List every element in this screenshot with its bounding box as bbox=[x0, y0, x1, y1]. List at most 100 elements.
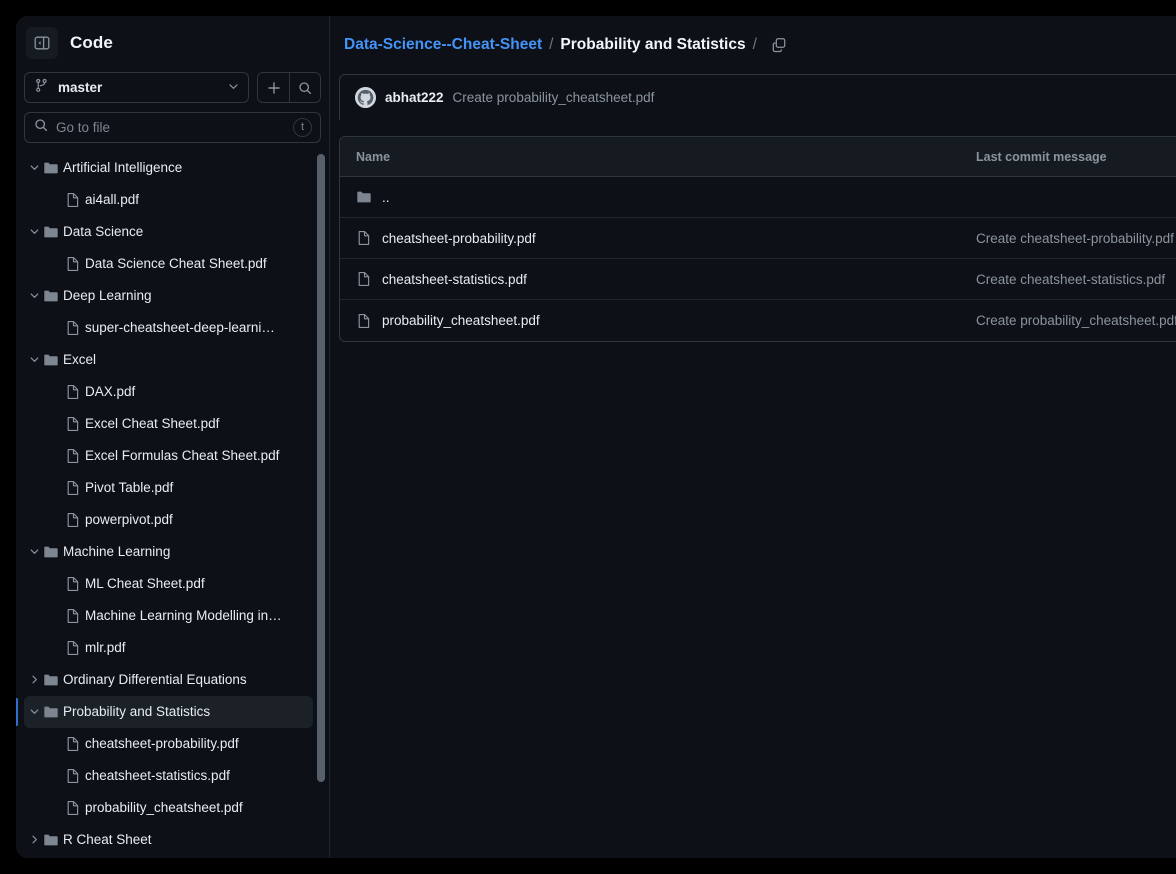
tree-item-dir[interactable]: Probability and Statistics bbox=[16, 695, 313, 728]
column-header-last-commit-message: Last commit message bbox=[976, 149, 1107, 164]
tree-item-file[interactable]: powerpivot.pdf bbox=[24, 504, 313, 536]
file-name-link[interactable]: cheatsheet-probability.pdf bbox=[382, 231, 536, 246]
cell-name[interactable]: probability_cheatsheet.pdf bbox=[356, 313, 976, 329]
tree-item-dir[interactable]: Ordinary Differential Equations bbox=[24, 664, 313, 696]
file-icon bbox=[65, 256, 85, 272]
file-name-link[interactable]: .. bbox=[382, 190, 390, 205]
column-header-name: Name bbox=[356, 149, 391, 164]
tree-item-file[interactable]: probability_cheatsheet.pdf bbox=[24, 792, 313, 824]
chevron-right-icon[interactable] bbox=[26, 834, 43, 845]
github-code-browser-window: Code master Go to file t Artificial Inte… bbox=[16, 16, 1176, 858]
tree-item-file[interactable]: Pivot Table.pdf bbox=[24, 472, 313, 504]
table-row[interactable]: probability_cheatsheet.pdf Create probabi… bbox=[340, 300, 1176, 341]
tree-item-label: Pivot Table.pdf bbox=[85, 480, 174, 496]
file-icon bbox=[65, 480, 85, 496]
file-icon bbox=[65, 448, 85, 464]
file-icon bbox=[65, 736, 85, 752]
go-to-file-placeholder: Go to file bbox=[56, 119, 111, 135]
file-icon bbox=[356, 313, 372, 329]
tree-item-file[interactable]: super-cheatsheet-deep-learni… bbox=[24, 312, 313, 344]
sidebar-collapse-icon[interactable] bbox=[26, 27, 58, 59]
file-name-link[interactable]: probability_cheatsheet.pdf bbox=[382, 313, 540, 328]
file-name-link[interactable]: cheatsheet-statistics.pdf bbox=[382, 272, 527, 287]
tree-item-label: mlr.pdf bbox=[85, 640, 126, 656]
tree-item-label: Artificial Intelligence bbox=[63, 160, 183, 176]
tree-item-dir[interactable]: Excel bbox=[24, 344, 313, 376]
table-row[interactable]: .. bbox=[340, 177, 1176, 218]
table-row[interactable]: cheatsheet-statistics.pdf Create cheatshe… bbox=[340, 259, 1176, 300]
folder-icon bbox=[43, 288, 63, 304]
tree-item-file[interactable]: DAX.pdf bbox=[24, 376, 313, 408]
copy-path-icon[interactable] bbox=[766, 32, 792, 58]
chevron-down-icon[interactable] bbox=[26, 226, 43, 237]
folder-icon bbox=[43, 832, 63, 848]
cell-last-commit-message[interactable]: Create probability_cheatsheet.pdf bbox=[976, 313, 1176, 328]
cell-last-commit-message[interactable]: Create cheatsheet-statistics.pdf bbox=[976, 272, 1176, 287]
tree-item-dir[interactable]: Data Science bbox=[24, 216, 313, 248]
tree-item-dir[interactable]: R Cheat Sheet bbox=[24, 824, 313, 856]
tree-item-file[interactable]: cheatsheet-probability.pdf bbox=[24, 728, 313, 760]
file-tree-scroll-area: Artificial Intelligence ai4all.pdf Data Sc… bbox=[16, 152, 329, 858]
latest-commit-bar: abhat222 Create probability_cheatsheet.p… bbox=[339, 74, 1176, 120]
file-tree-scrollbar-thumb[interactable] bbox=[317, 153, 325, 782]
plus-icon[interactable] bbox=[258, 73, 289, 102]
cell-name[interactable]: .. bbox=[356, 189, 976, 205]
chevron-down-icon[interactable] bbox=[26, 546, 43, 557]
tree-item-file[interactable]: Data Science Cheat Sheet.pdf bbox=[24, 248, 313, 280]
cell-name[interactable]: cheatsheet-probability.pdf bbox=[356, 230, 976, 246]
go-to-file-input[interactable]: Go to file t bbox=[24, 112, 321, 143]
tree-item-label: Machine Learning Modelling in… bbox=[85, 608, 282, 624]
tree-item-label: R Cheat Sheet bbox=[63, 832, 152, 848]
breadcrumb-trailing-separator: / bbox=[752, 36, 757, 53]
tree-item-file[interactable]: ML Cheat Sheet.pdf bbox=[24, 568, 313, 600]
tree-item-label: probability_cheatsheet.pdf bbox=[85, 800, 243, 816]
tree-item-label: DAX.pdf bbox=[85, 384, 136, 400]
folder-icon bbox=[43, 704, 63, 720]
tree-item-file[interactable]: Machine Learning Modelling in… bbox=[24, 600, 313, 632]
tree-item-label: Excel Cheat Sheet.pdf bbox=[85, 416, 220, 432]
tree-item-file[interactable]: Excel Cheat Sheet.pdf bbox=[24, 408, 313, 440]
search-icon[interactable] bbox=[289, 73, 320, 102]
main-content: Data-Science--Cheat-Sheet / Probability … bbox=[330, 16, 1176, 858]
tree-item-dir[interactable]: Machine Learning bbox=[24, 536, 313, 568]
file-icon bbox=[65, 192, 85, 208]
chevron-down-icon bbox=[228, 79, 239, 97]
chevron-right-icon[interactable] bbox=[26, 674, 43, 685]
tree-item-label: Data Science Cheat Sheet.pdf bbox=[85, 256, 267, 272]
file-icon bbox=[65, 416, 85, 432]
tree-item-file[interactable]: ai4all.pdf bbox=[24, 184, 313, 216]
table-row[interactable]: cheatsheet-probability.pdf Create cheatsh… bbox=[340, 218, 1176, 259]
cell-name[interactable]: cheatsheet-statistics.pdf bbox=[356, 271, 976, 287]
tree-item-dir[interactable]: Deep Learning bbox=[24, 280, 313, 312]
chevron-down-icon[interactable] bbox=[26, 706, 43, 717]
chevron-down-icon[interactable] bbox=[26, 290, 43, 301]
file-icon bbox=[65, 608, 85, 624]
folder-icon bbox=[43, 544, 63, 560]
tree-item-label: Probability and Statistics bbox=[63, 704, 211, 720]
tree-item-file[interactable]: Excel Formulas Cheat Sheet.pdf bbox=[24, 440, 313, 472]
cell-last-commit-message[interactable]: Create cheatsheet-probability.pdf bbox=[976, 231, 1176, 246]
tree-item-label: Deep Learning bbox=[63, 288, 152, 304]
tree-item-dir[interactable]: Artificial Intelligence bbox=[24, 152, 313, 184]
file-listing-table: Name Last commit message .. cheatsheet-pr… bbox=[339, 136, 1176, 342]
tree-item-label: cheatsheet-probability.pdf bbox=[85, 736, 239, 752]
tree-item-file[interactable]: mlr.pdf bbox=[24, 632, 313, 664]
chevron-down-icon[interactable] bbox=[26, 162, 43, 173]
breadcrumb: Data-Science--Cheat-Sheet / Probability … bbox=[330, 16, 1176, 74]
tree-item-label: cheatsheet-statistics.pdf bbox=[85, 768, 230, 784]
breadcrumb-repo-link[interactable]: Data-Science--Cheat-Sheet bbox=[344, 36, 542, 54]
file-icon bbox=[65, 320, 85, 336]
sidebar-header: Code bbox=[16, 16, 329, 68]
file-tree-scrollbar[interactable] bbox=[317, 152, 325, 858]
table-header-row: Name Last commit message bbox=[340, 137, 1176, 177]
file-icon bbox=[356, 271, 372, 287]
branch-selector[interactable]: master bbox=[24, 72, 249, 103]
folder-icon bbox=[43, 672, 63, 688]
tree-item-file[interactable]: cheatsheet-statistics.pdf bbox=[24, 760, 313, 792]
file-icon bbox=[65, 384, 85, 400]
chevron-down-icon[interactable] bbox=[26, 354, 43, 365]
folder-icon bbox=[43, 224, 63, 240]
commit-author[interactable]: abhat222 bbox=[385, 90, 444, 105]
breadcrumb-current-folder: Probability and Statistics bbox=[560, 36, 746, 53]
commit-message[interactable]: Create probability_cheatsheet.pdf bbox=[453, 90, 655, 105]
